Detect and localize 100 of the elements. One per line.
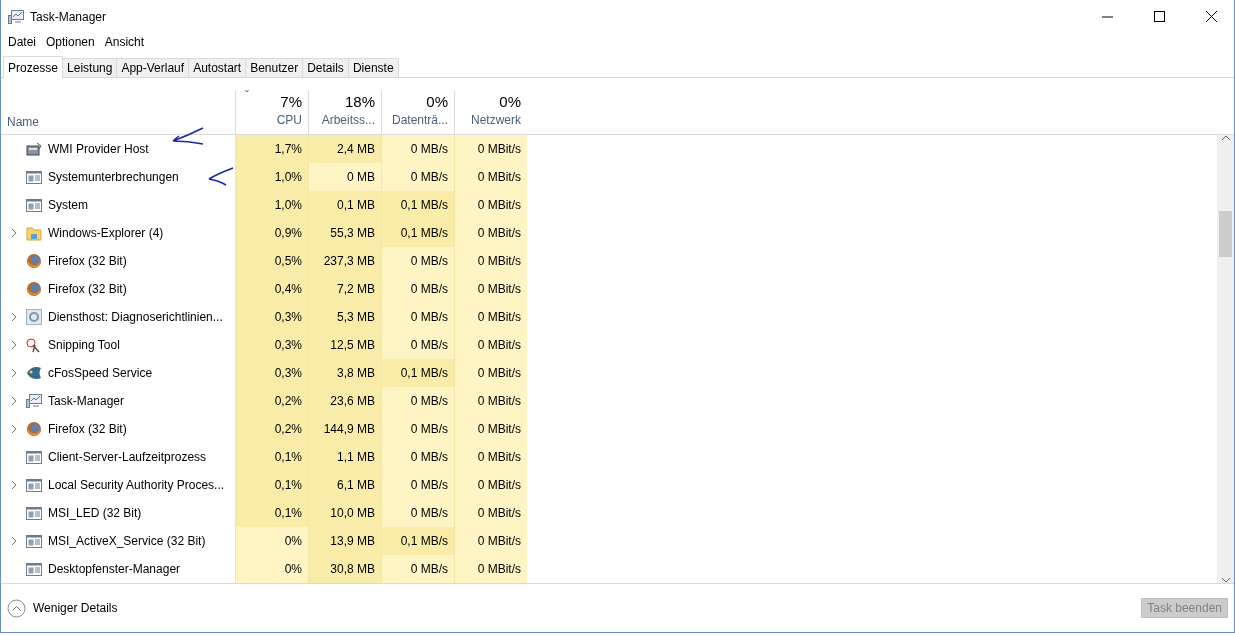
table-cell: 10,0 MB	[308, 499, 381, 527]
table-cell: 0 MB/s	[381, 163, 454, 191]
globe-icon	[26, 253, 42, 269]
process-name: Desktopfenster-Manager	[48, 562, 181, 576]
window-icon	[26, 197, 42, 213]
table-cell: 0 MB/s	[381, 387, 454, 415]
process-name: System	[48, 198, 88, 212]
monitor-icon	[8, 8, 24, 25]
scroll-up-icon	[1220, 135, 1231, 141]
table-cell: 0 MBit/s	[454, 191, 527, 219]
window-icon	[26, 477, 42, 493]
process-name: Task-Manager	[48, 394, 125, 408]
table-cell: 0 MBit/s	[454, 219, 527, 247]
table-cell: 0 MBit/s	[454, 415, 527, 443]
process-name: MSI_LED (32 Bit)	[48, 506, 142, 520]
table-cell: 0 MBit/s	[454, 303, 527, 331]
menu-item[interactable]: Ansicht	[99, 35, 150, 49]
table-cell: 0,9%	[235, 219, 308, 247]
table-cell: 0 MBit/s	[454, 471, 527, 499]
table-cell: 0 MBit/s	[454, 555, 527, 583]
monitor-icon	[26, 393, 42, 409]
process-name: Snipping Tool	[48, 338, 120, 352]
table-cell: 0,1 MB/s	[381, 359, 454, 387]
arrow-annotation	[171, 126, 205, 148]
column-header[interactable]: CPU	[276, 113, 302, 127]
gear-icon	[26, 309, 42, 325]
table-cell: 0 MB/s	[381, 331, 454, 359]
tab[interactable]: Details	[302, 58, 349, 77]
column-total: 7%	[280, 93, 302, 110]
process-name: Client-Server-Laufzeitprozess	[48, 450, 207, 464]
process-name: WMI Provider Host	[48, 142, 149, 156]
menu-item[interactable]: Optionen	[41, 35, 100, 49]
process-name: Systemunterbrechungen	[48, 170, 179, 184]
table-cell: 0%	[235, 527, 308, 555]
table-cell: 0 MBit/s	[454, 275, 527, 303]
table-cell: 0,1%	[235, 443, 308, 471]
table-cell: 0 MB/s	[381, 415, 454, 443]
table-cell: 0,3%	[235, 303, 308, 331]
table-cell: 0 MB/s	[381, 303, 454, 331]
tab[interactable]: Leistung	[62, 58, 118, 77]
tab[interactable]: Autostart	[188, 58, 247, 77]
table-cell: 0,1 MB/s	[381, 527, 454, 555]
scissors-icon	[26, 337, 42, 353]
table-cell: 0 MB/s	[381, 135, 454, 163]
details-toggle[interactable]: Weniger Details	[7, 598, 118, 618]
table-cell: 0 MBit/s	[454, 499, 527, 527]
table-cell: 30,8 MB	[308, 555, 381, 583]
table-cell: 0 MBit/s	[454, 331, 527, 359]
collapse-icon	[7, 598, 26, 618]
table-cell: 0,1%	[235, 471, 308, 499]
process-name: Firefox (32 Bit)	[48, 422, 127, 436]
table-cell: 237,3 MB	[308, 247, 381, 275]
table-cell: 13,9 MB	[308, 527, 381, 555]
arrow-annotation	[207, 166, 235, 188]
scroll-thumb[interactable]	[1219, 211, 1232, 257]
window-icon	[26, 449, 42, 465]
table-cell: 0 MBit/s	[454, 163, 527, 191]
table-cell: 0,2%	[235, 387, 308, 415]
maximize-icon	[1153, 11, 1165, 22]
table-cell: 0,2%	[235, 415, 308, 443]
scrollbar[interactable]	[1217, 135, 1234, 583]
tab[interactable]: Benutzer	[245, 58, 304, 77]
process-name: MSI_ActiveX_Service (32 Bit)	[48, 534, 206, 548]
table-cell: 0,5%	[235, 247, 308, 275]
window-icon	[26, 533, 42, 549]
window-icon	[26, 561, 42, 577]
table-cell: 0 MBit/s	[454, 247, 527, 275]
table-cell: 0 MB/s	[381, 247, 454, 275]
window-icon	[26, 169, 42, 185]
table-cell: 0 MBit/s	[454, 527, 527, 555]
table-cell: 7,2 MB	[308, 275, 381, 303]
fish-icon	[26, 365, 42, 381]
window-icon	[26, 505, 42, 521]
table-cell: 1,0%	[235, 191, 308, 219]
tab[interactable]: Prozesse	[3, 56, 64, 78]
process-name: Firefox (32 Bit)	[48, 254, 127, 268]
column-header[interactable]: Arbeitss...	[321, 113, 375, 127]
table-cell: 2,4 MB	[308, 135, 381, 163]
table-cell: 0 MB/s	[381, 555, 454, 583]
column-header[interactable]: Netzwerk	[471, 113, 521, 127]
column-header[interactable]: Datenträ...	[391, 113, 448, 127]
table-cell: 55,3 MB	[308, 219, 381, 247]
table-cell: 6,1 MB	[308, 471, 381, 499]
table-cell: 0 MB/s	[381, 275, 454, 303]
menu-item[interactable]: Datei	[3, 35, 41, 49]
table-cell: 0,1 MB/s	[381, 219, 454, 247]
close-icon	[1205, 11, 1217, 22]
table-cell: 0 MBit/s	[454, 135, 527, 163]
table-cell: 0,4%	[235, 275, 308, 303]
tab[interactable]: Dienste	[347, 58, 399, 77]
sort-indicator: ˇ	[245, 89, 249, 103]
window-title: Task-Manager	[30, 9, 108, 24]
folder-icon	[26, 225, 42, 241]
globe-icon	[26, 421, 42, 437]
column-header[interactable]: Name	[1, 115, 235, 134]
table-cell: 1,1 MB	[308, 443, 381, 471]
tab[interactable]: App-Verlauf	[116, 58, 190, 77]
table-cell: 144,9 MB	[308, 415, 381, 443]
process-name: cFosSpeed Service	[48, 366, 153, 380]
table-cell: 0 MB/s	[381, 443, 454, 471]
